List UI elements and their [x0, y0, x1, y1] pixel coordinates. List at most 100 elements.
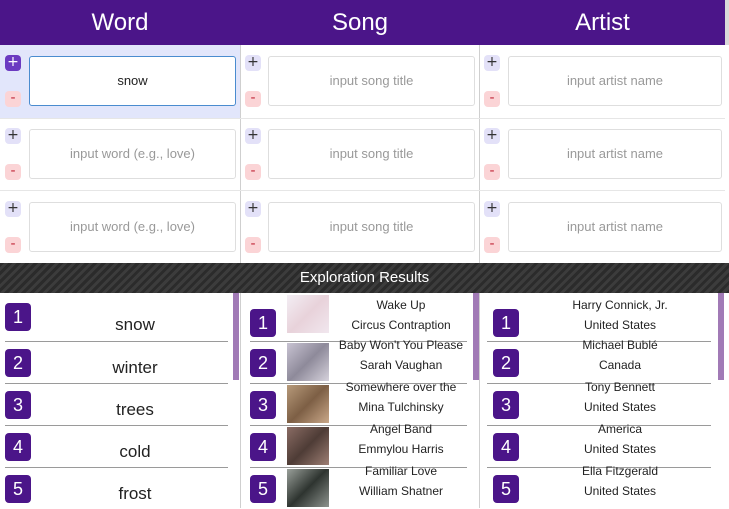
artist-country: United States — [583, 442, 657, 456]
rank-badge: 1 — [250, 309, 276, 337]
column-divider — [240, 45, 241, 263]
album-art-image — [287, 427, 329, 465]
song-title: Familiar Love — [364, 464, 438, 478]
exploration-results-header: Exploration Results — [0, 263, 729, 293]
artist-country: United States — [583, 484, 657, 498]
row-divider — [0, 190, 725, 191]
rank-badge: 3 — [493, 391, 519, 419]
word-results-scrollbar[interactable] — [233, 293, 239, 380]
word-result-text: frost — [118, 484, 152, 503]
artist-name: Harry Connick, Jr. — [572, 298, 668, 312]
remove-song-button[interactable]: - — [245, 91, 261, 107]
remove-artist-button[interactable]: - — [484, 91, 500, 107]
add-word-button[interactable]: + — [5, 55, 21, 71]
song-artist: William Shatner — [358, 484, 444, 498]
word-results-list: 1 snow 2 winter 3 trees 4 cold 5 frost — [0, 293, 240, 508]
remove-word-button[interactable]: - — [5, 164, 21, 180]
album-art-image — [287, 295, 329, 333]
song-result-item[interactable]: 1 Wake Up Circus Contraption — [241, 293, 473, 337]
song-input[interactable]: input song title — [268, 202, 475, 252]
add-word-button[interactable]: + — [5, 201, 21, 217]
remove-artist-button[interactable]: - — [484, 164, 500, 180]
song-result-text: Somewhere over the Mina Tulchinsky — [335, 377, 467, 417]
song-input[interactable]: input song title — [268, 129, 475, 179]
song-result-text: Familiar Love William Shatner — [335, 461, 467, 501]
artist-results-scrollbar[interactable] — [718, 293, 724, 380]
song-result-text: Baby Won't You Please Sarah Vaughan — [335, 335, 467, 375]
word-result-item[interactable]: 2 winter — [0, 341, 230, 383]
song-input[interactable]: input song title — [268, 56, 475, 106]
album-art-image — [287, 385, 329, 423]
rank-badge: 3 — [250, 391, 276, 419]
rank-badge: 5 — [250, 475, 276, 503]
song-title: Somewhere over the — [345, 380, 457, 394]
word-result-text: cold — [119, 442, 151, 461]
artist-result-text: Harry Connick, Jr. United States — [530, 295, 710, 335]
album-art-image — [287, 343, 329, 381]
song-title: Baby Won't You Please — [338, 338, 464, 352]
artist-results-list: 1 Harry Connick, Jr. United States 2 Mic… — [479, 293, 729, 509]
song-results-list: 1 Wake Up Circus Contraption 2 Baby Won'… — [240, 293, 479, 509]
word-column-header: Word — [91, 9, 149, 36]
artist-name: Tony Bennett — [584, 380, 656, 394]
rank-badge: 4 — [493, 433, 519, 461]
rank-badge: 1 — [5, 303, 31, 331]
artist-result-text: Ella Fitzgerald United States — [530, 461, 710, 501]
song-artist: Emmylou Harris — [358, 442, 444, 456]
artist-input[interactable]: input artist name — [508, 202, 722, 252]
word-input[interactable]: snow — [29, 56, 236, 106]
rank-badge: 1 — [493, 309, 519, 337]
rank-badge: 5 — [5, 475, 31, 503]
word-result-text: snow — [115, 315, 155, 334]
song-result-item[interactable]: 5 Familiar Love William Shatner — [241, 464, 473, 509]
rank-badge: 2 — [493, 349, 519, 377]
artist-name: America — [597, 422, 642, 436]
artist-name: Michael Bublé — [582, 338, 658, 352]
remove-artist-button[interactable]: - — [484, 237, 500, 253]
add-song-button[interactable]: + — [245, 55, 261, 71]
rank-badge: 3 — [5, 391, 31, 419]
artist-country: United States — [583, 400, 657, 414]
artist-country: United States — [583, 318, 657, 332]
album-art-image — [287, 469, 329, 507]
word-input[interactable]: input word (e.g., love) — [29, 202, 236, 252]
column-header-bar: Word Song Artist — [0, 0, 729, 45]
artist-input[interactable]: input artist name — [508, 129, 722, 179]
add-artist-button[interactable]: + — [484, 128, 500, 144]
artist-result-text: America United States — [530, 419, 710, 459]
remove-word-button[interactable]: - — [5, 237, 21, 253]
add-artist-button[interactable]: + — [484, 55, 500, 71]
rank-badge: 5 — [493, 475, 519, 503]
song-column-header: Song — [331, 9, 389, 36]
word-result-item[interactable]: 1 snow — [0, 299, 230, 341]
artist-result-item[interactable]: 1 Harry Connick, Jr. United States — [480, 293, 718, 337]
song-result-text: Angel Band Emmylou Harris — [335, 419, 467, 459]
song-artist: Mina Tulchinsky — [358, 400, 444, 414]
word-result-item[interactable]: 4 cold — [0, 425, 230, 467]
word-result-item[interactable]: 5 frost — [0, 467, 230, 509]
song-artist: Circus Contraption — [351, 318, 451, 332]
song-result-text: Wake Up Circus Contraption — [335, 295, 467, 335]
word-result-item[interactable]: 3 trees — [0, 383, 230, 425]
artist-country: Canada — [598, 358, 642, 372]
artist-result-text: Michael Bublé Canada — [530, 335, 710, 375]
artist-result-item[interactable]: 5 Ella Fitzgerald United States — [480, 464, 718, 509]
artist-column-header: Artist — [575, 9, 630, 36]
add-song-button[interactable]: + — [245, 201, 261, 217]
word-result-text: trees — [116, 400, 154, 419]
word-result-text: winter — [112, 358, 158, 377]
artist-input[interactable]: input artist name — [508, 56, 722, 106]
song-title: Wake Up — [376, 298, 426, 312]
rank-badge: 2 — [250, 349, 276, 377]
remove-song-button[interactable]: - — [245, 164, 261, 180]
song-artist: Sarah Vaughan — [359, 358, 443, 372]
add-song-button[interactable]: + — [245, 128, 261, 144]
remove-song-button[interactable]: - — [245, 237, 261, 253]
rank-badge: 2 — [5, 349, 31, 377]
add-word-button[interactable]: + — [5, 128, 21, 144]
song-title: Angel Band — [369, 422, 433, 436]
remove-word-button[interactable]: - — [5, 91, 21, 107]
word-input[interactable]: input word (e.g., love) — [29, 129, 236, 179]
rank-badge: 4 — [250, 433, 276, 461]
add-artist-button[interactable]: + — [484, 201, 500, 217]
